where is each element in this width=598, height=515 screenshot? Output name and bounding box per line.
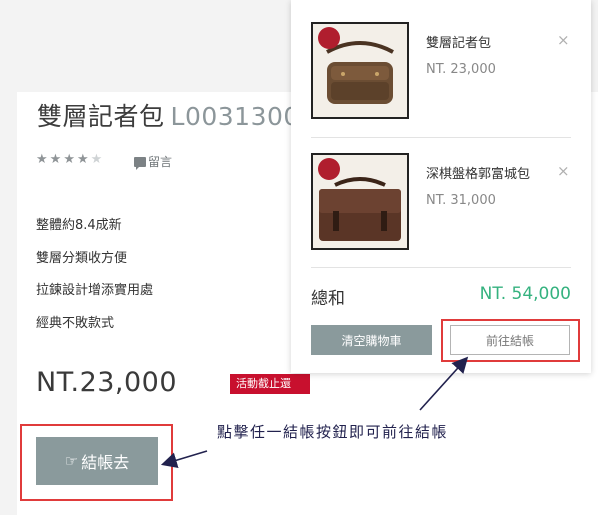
cart-dropdown: 雙層記者包 NT. 23,000 × 深棋盤格郭富城包 NT. 31,000 ×… (291, 0, 591, 373)
feature-list: 整體約8.4成新 雙層分類收方便 拉鍊設計增添實用處 經典不敗款式 (36, 214, 153, 344)
comment-label: 留言 (148, 155, 173, 169)
pointing-hand-icon: ☞ (64, 452, 79, 470)
cart-item: 深棋盤格郭富城包 NT. 31,000 × (311, 153, 571, 253)
close-icon[interactable]: × (557, 163, 570, 179)
feature-item: 雙層分類收方便 (36, 250, 128, 266)
annotation-text: 點擊任一結帳按鈕即可前往結帳 (217, 423, 449, 441)
product-thumbnail[interactable] (311, 22, 409, 119)
comment-link[interactable]: 留言 (134, 153, 172, 170)
highlight-box (441, 319, 580, 362)
star-icon: ★ (90, 152, 103, 167)
cart-item: 雙層記者包 NT. 23,000 × (311, 22, 571, 122)
comment-icon (134, 156, 146, 170)
star-icon: ★ (49, 152, 62, 167)
feature-item: 整體約8.4成新 (36, 218, 122, 233)
product-sku: L0031300 (170, 102, 300, 131)
star-icon: ★ (63, 152, 75, 167)
product-price: NT.23,000 (36, 367, 178, 398)
divider (311, 137, 571, 138)
promo-badge: 活動截止還 (230, 374, 310, 394)
cart-total-value: NT. 54,000 (479, 284, 571, 304)
star-icon: ★ (76, 152, 89, 167)
feature-item: 拉鍊設計增添實用處 (36, 283, 154, 298)
product-thumbnail[interactable] (311, 153, 409, 250)
product-name: 雙層記者包 (37, 102, 165, 131)
cart-item-name[interactable]: 雙層記者包 (426, 32, 491, 51)
checkout-button[interactable]: ☞ 結帳去 (36, 437, 158, 485)
cart-item-price: NT. 23,000 (426, 62, 496, 77)
clear-cart-button[interactable]: 清空購物車 (311, 325, 432, 355)
product-title: 雙層記者包 L0031300 (37, 97, 300, 133)
divider (311, 267, 571, 268)
feature-item: 經典不敗款式 (36, 315, 115, 331)
close-icon[interactable]: × (557, 32, 570, 48)
cart-item-price: NT. 31,000 (426, 193, 496, 208)
star-icon: ★ (36, 152, 48, 167)
checkout-button-label: 結帳去 (81, 453, 130, 472)
star-rating: ★ ★ ★ ★ ★ (36, 153, 102, 167)
cart-total-label: 總和 (311, 289, 345, 309)
cart-item-name[interactable]: 深棋盤格郭富城包 (426, 163, 530, 182)
